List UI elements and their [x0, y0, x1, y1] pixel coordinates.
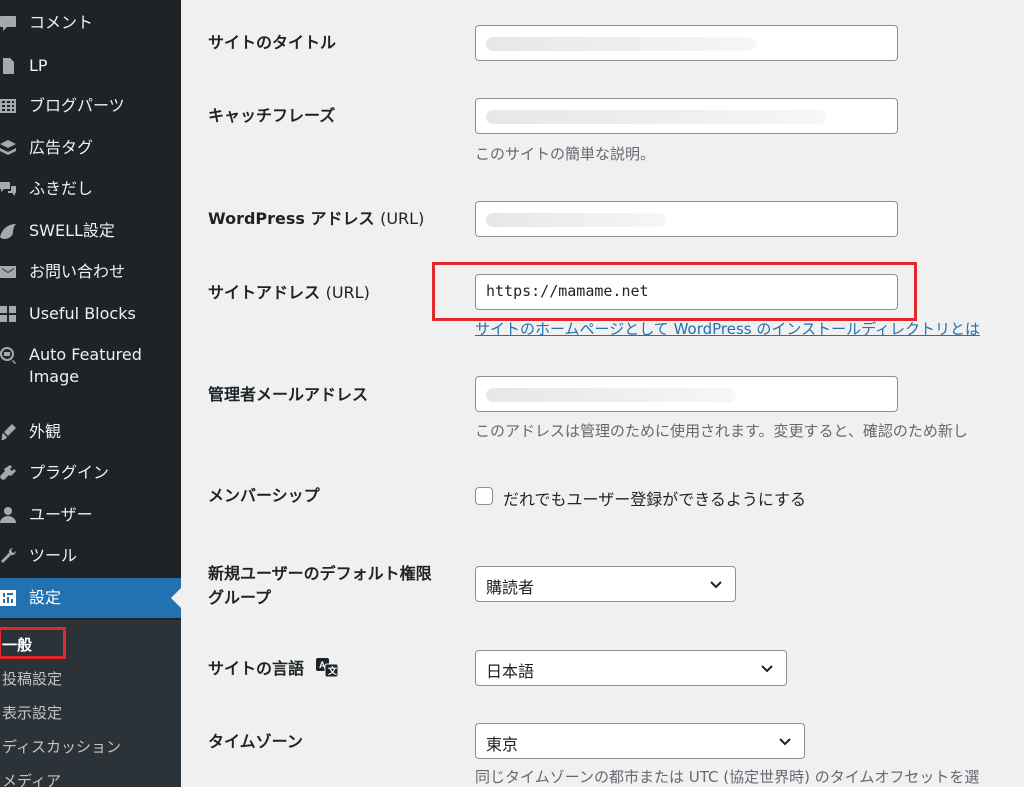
wp-address-label-text: WordPress アドレス	[208, 209, 375, 228]
user-icon	[0, 504, 19, 526]
sidebar-item-useful-blocks[interactable]: Useful Blocks	[0, 303, 181, 325]
ad-tag-icon	[0, 137, 19, 159]
wp-address-label-suffix: (URL)	[380, 209, 425, 228]
sidebar-item-label: ユーザー	[29, 505, 93, 524]
admin-email-description: このアドレスは管理のために使用されます。変更すると、確認のため新し	[475, 422, 968, 440]
sidebar-item-label: プラグイン	[29, 463, 110, 482]
sidebar-item-swell-settings[interactable]: SWELL設定	[0, 220, 181, 242]
highlight-box-general	[0, 627, 66, 659]
translation-icon: A 文	[315, 657, 339, 678]
tagline-label: キャッチフレーズ	[208, 106, 336, 125]
blurred-value	[486, 37, 756, 51]
default-role-value: 購読者	[486, 578, 535, 597]
sidebar-item-appearance[interactable]: 外観	[0, 421, 181, 443]
timezone-value: 東京	[486, 735, 519, 754]
sidebar-item-ad-tag[interactable]: 広告タグ	[0, 137, 181, 159]
site-address-label-suffix: (URL)	[325, 283, 370, 302]
wp-address-input[interactable]	[475, 201, 898, 237]
sidebar-item-label: 外観	[29, 422, 62, 441]
sidebar-item-label: Auto Featured Image	[29, 345, 142, 386]
submenu-item-reading[interactable]: 表示設定	[2, 703, 62, 723]
submenu-item-discussion[interactable]: ディスカッション	[2, 737, 121, 757]
tagline-input[interactable]	[475, 98, 898, 134]
sidebar-item-comments[interactable]: コメント	[0, 12, 181, 34]
timezone-select[interactable]: 東京	[475, 723, 805, 759]
sidebar-item-label: コメント	[29, 13, 94, 32]
brush-icon	[0, 421, 19, 443]
blocks-icon	[0, 303, 19, 325]
submenu-item-media[interactable]: メディア	[2, 771, 61, 787]
speech-bubble-icon	[0, 178, 19, 200]
site-language-value: 日本語	[486, 662, 535, 681]
mail-icon	[0, 261, 19, 283]
sidebar-item-label: ツール	[29, 546, 78, 565]
tagline-description: このサイトの簡単な説明。	[475, 145, 656, 163]
grid-icon	[0, 95, 19, 117]
site-title-input[interactable]	[475, 25, 898, 61]
sidebar-item-label: お問い合わせ	[29, 262, 126, 281]
current-menu-arrow	[171, 588, 181, 608]
site-language-label-text: サイトの言語	[208, 659, 305, 678]
sidebar-item-blog-parts[interactable]: ブログパーツ	[0, 95, 181, 117]
sidebar-item-settings[interactable]: 設定	[0, 578, 181, 618]
chevron-down-icon	[709, 577, 723, 591]
site-address-label-text: サイトアドレス	[208, 283, 321, 302]
sidebar-item-tools[interactable]: ツール	[0, 545, 181, 567]
sidebar-item-label: ブログパーツ	[29, 96, 125, 115]
svg-text:文: 文	[327, 665, 338, 676]
submenu-item-writing[interactable]: 投稿設定	[2, 669, 62, 689]
default-role-label: 新規ユーザーのデフォルト権限 グループ	[208, 562, 432, 610]
highlight-box-site-address	[432, 262, 917, 321]
sidebar-item-auto-featured-image[interactable]: Auto Featured Image	[0, 344, 170, 388]
wrench-icon	[0, 545, 19, 567]
sidebar-item-lp[interactable]: LP	[0, 55, 181, 77]
page-icon	[0, 55, 19, 77]
sidebar-item-contact[interactable]: お問い合わせ	[0, 261, 181, 283]
sidebar-item-users[interactable]: ユーザー	[0, 504, 181, 526]
image-search-icon	[0, 344, 19, 366]
timezone-description: 同じタイムゾーンの都市または UTC (協定世界時) のタイムオフセットを選	[475, 768, 980, 786]
site-language-select[interactable]: 日本語	[475, 650, 787, 686]
blurred-value	[486, 388, 736, 402]
site-address-label: サイトアドレス (URL)	[208, 282, 370, 304]
timezone-label: タイムゾーン	[208, 732, 303, 751]
sidebar-item-label: Useful Blocks	[29, 304, 136, 323]
chevron-down-icon	[760, 661, 774, 675]
membership-checkbox[interactable]	[475, 487, 493, 505]
settings-icon	[0, 587, 19, 609]
default-role-select[interactable]: 購読者	[475, 566, 736, 602]
comment-icon	[0, 12, 19, 34]
sidebar-item-label: ふきだし	[29, 179, 94, 198]
default-role-label-line1: 新規ユーザーのデフォルト権限	[208, 564, 432, 583]
admin-email-label: 管理者メールアドレス	[208, 385, 369, 404]
default-role-label-line2: グループ	[208, 588, 272, 607]
plugin-icon	[0, 462, 19, 484]
sidebar-item-plugins[interactable]: プラグイン	[0, 462, 181, 484]
sidebar-item-label: 設定	[29, 588, 62, 607]
swell-icon	[0, 220, 19, 242]
blurred-value	[486, 110, 826, 124]
membership-label: メンバーシップ	[208, 486, 320, 505]
site-language-label: サイトの言語 A 文	[208, 657, 339, 680]
admin-email-input[interactable]	[475, 376, 898, 412]
membership-checkbox-label[interactable]: だれでもユーザー登録ができるようにする	[503, 486, 806, 510]
sidebar-item-label: LP	[29, 56, 48, 75]
sidebar-item-label: SWELL設定	[29, 221, 115, 240]
site-title-label: サイトのタイトル	[208, 33, 337, 52]
chevron-down-icon	[778, 734, 792, 748]
wp-address-label: WordPress アドレス (URL)	[208, 208, 424, 230]
admin-sidebar: コメント LP ブログパーツ 広告タグ ふきだし SWELL設定 お問い合わせ …	[0, 0, 181, 787]
site-address-description-link[interactable]: サイトのホームページとして WordPress のインストールディレクトリとは	[475, 318, 980, 339]
blurred-value	[486, 213, 666, 227]
sidebar-item-fukidashi[interactable]: ふきだし	[0, 178, 181, 200]
sidebar-item-label: 広告タグ	[29, 138, 94, 157]
